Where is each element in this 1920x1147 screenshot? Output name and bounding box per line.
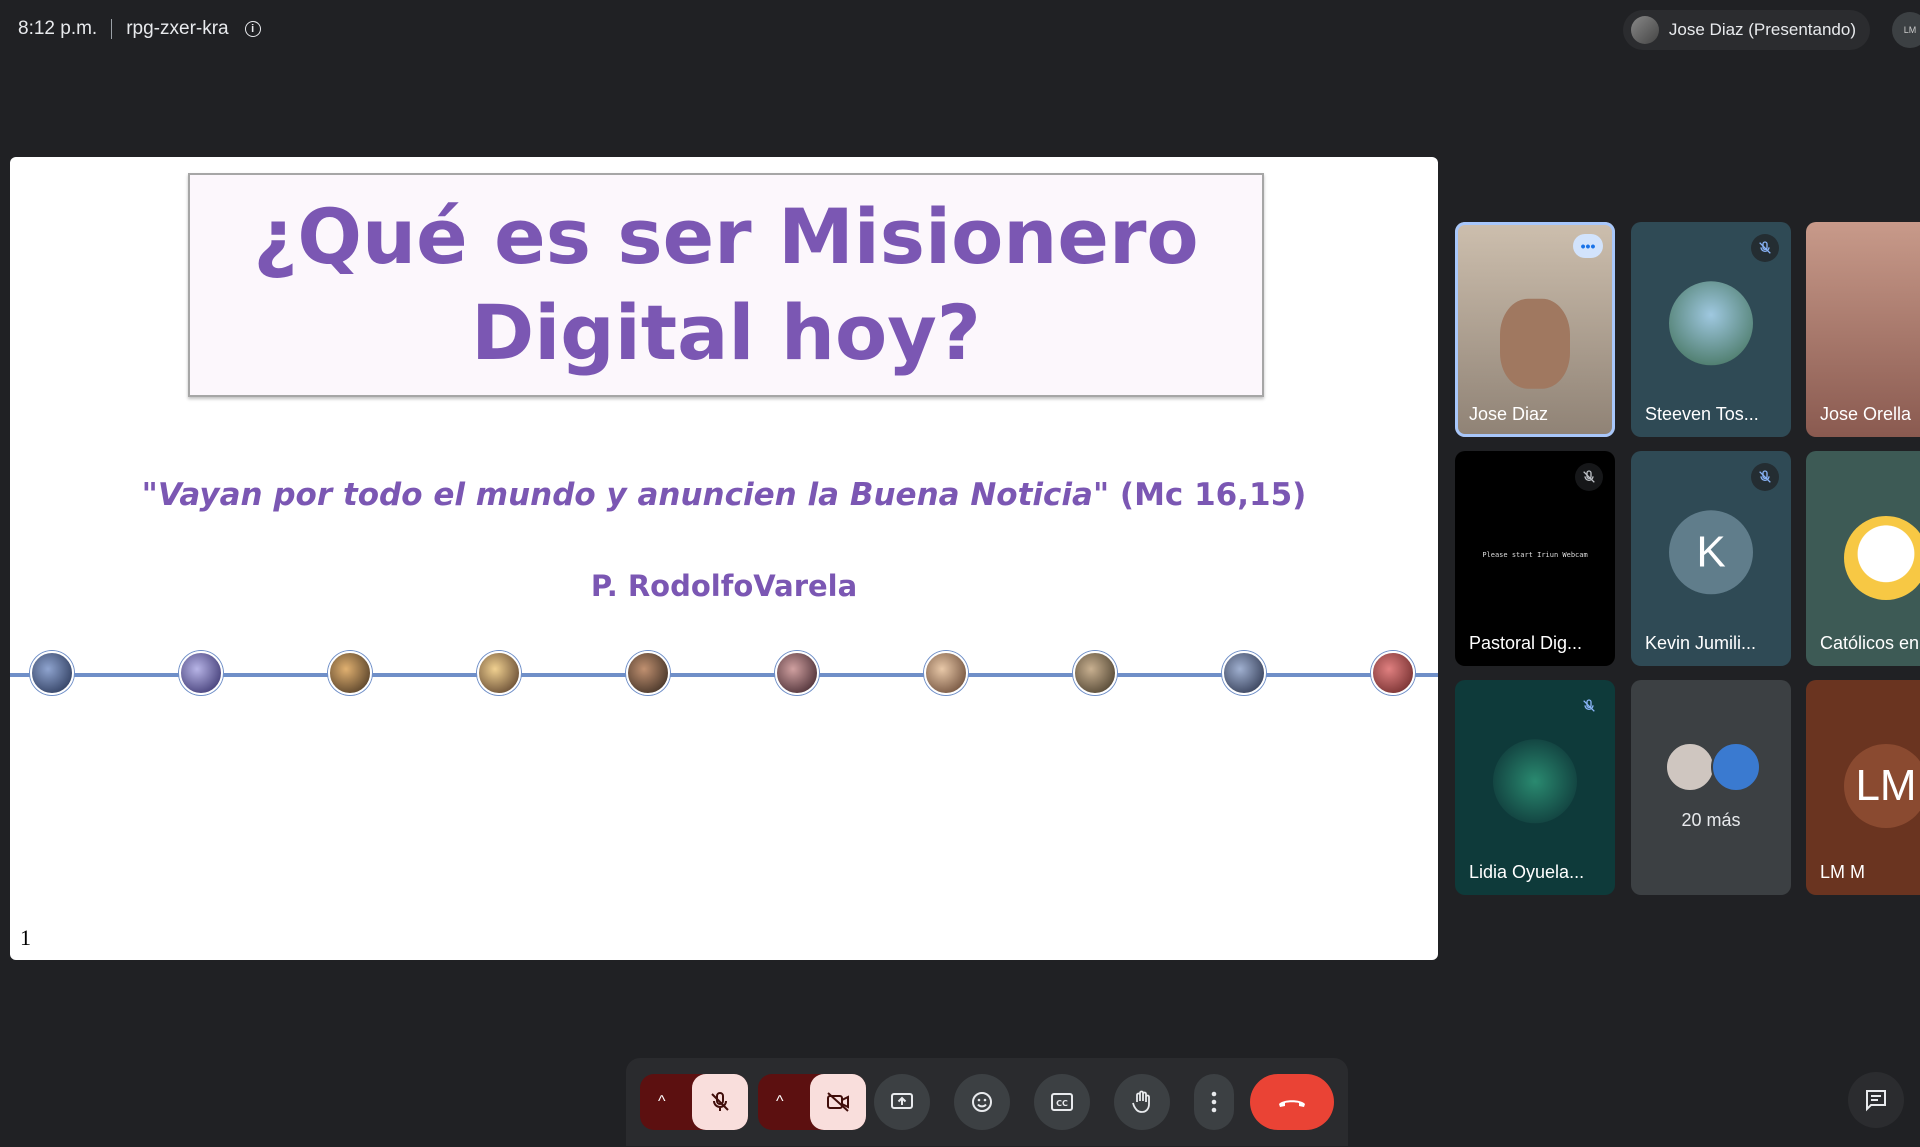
present-button[interactable] — [874, 1074, 930, 1130]
participant-name: Steeven Tos... — [1645, 404, 1759, 424]
clock-time: 8:12 p.m. — [18, 18, 98, 39]
timeline-photo — [30, 651, 74, 695]
chevron-up-icon[interactable]: ^ — [658, 1093, 666, 1111]
quote-reference: (Mc 16,15) — [1109, 477, 1307, 513]
quote-text: "Vayan por todo el mundo y anuncien la B… — [141, 477, 1110, 513]
participant-initial-avatar: LM — [1844, 744, 1920, 828]
top-bar: 8:12 p.m. rpg-zxer-kra i Jose Diaz (Pres… — [0, 0, 1920, 60]
presenter-avatar — [1630, 16, 1659, 44]
participant-name: Jose Diaz — [1469, 404, 1549, 424]
call-controls-bar: ^ ^ CC — [626, 1058, 1348, 1146]
participant-name: Kevin Jumili... — [1645, 633, 1757, 653]
camera-control[interactable]: ^ — [758, 1074, 866, 1130]
corner-initials: LM — [1903, 25, 1917, 35]
participant-avatar — [1844, 516, 1920, 600]
slide-page-number: 1 — [20, 925, 31, 950]
slide-title-line2: Digital hoy? — [471, 288, 981, 377]
participant-name: Lidia Oyuela... — [1469, 862, 1585, 882]
presentation-slide: ¿Qué es ser Misionero Digital hoy? "Vaya… — [10, 157, 1438, 960]
participants-avatar-stack[interactable]: LM — [1892, 12, 1920, 48]
participant-tile-steeven[interactable]: Steeven Tos... — [1631, 222, 1791, 437]
more-count: 20 más — [1681, 810, 1741, 830]
slide-author: P. RodolfoVarela — [590, 569, 858, 603]
present-icon — [891, 1093, 913, 1109]
more-options-icon[interactable]: ••• — [1573, 234, 1603, 258]
participant-avatar — [1493, 738, 1577, 823]
participant-initial: LM — [1855, 761, 1917, 810]
timeline-photo — [1073, 651, 1117, 695]
video-feed — [1500, 298, 1570, 389]
overflow-avatar — [1711, 742, 1761, 792]
slide-title-line1: ¿Qué es ser Misionero — [253, 192, 1199, 281]
captions-button[interactable]: CC — [1034, 1074, 1090, 1130]
meeting-info: 8:12 p.m. rpg-zxer-kra i — [18, 18, 261, 40]
participant-name: Pastoral Dig... — [1469, 633, 1583, 653]
participant-tile-jose-orella[interactable]: Jose Orella — [1806, 222, 1920, 437]
participant-name: Jose Orella — [1820, 404, 1912, 424]
emoji-icon — [972, 1092, 992, 1112]
captions-icon: CC — [1051, 1093, 1073, 1111]
video-feed-text: Please start Iriun Webcam — [1482, 551, 1588, 559]
timeline-photo — [1222, 651, 1266, 695]
mic-off-icon — [1575, 463, 1603, 491]
participant-tile-lm-m[interactable]: LM LM M — [1806, 680, 1920, 895]
mic-off-icon[interactable] — [692, 1074, 748, 1130]
participant-tile-lidia[interactable]: Lidia Oyuela... — [1455, 680, 1615, 895]
participant-initial: K — [1696, 526, 1726, 576]
timeline-photo — [328, 651, 372, 695]
info-icon[interactable]: i — [244, 21, 261, 37]
end-call-button[interactable] — [1250, 1074, 1334, 1130]
presenter-label: Jose Diaz (Presentando) — [1668, 20, 1856, 39]
end-call-icon — [1279, 1100, 1305, 1107]
emoji-button[interactable] — [954, 1074, 1010, 1130]
svg-text:CC: CC — [1056, 1099, 1068, 1108]
overflow-avatar — [1665, 742, 1715, 792]
more-options-button[interactable] — [1194, 1074, 1234, 1130]
timeline-photo — [775, 651, 819, 695]
slide-quote: "Vayan por todo el mundo y anuncien la B… — [10, 477, 1438, 513]
participant-tile-pastoral-dig[interactable]: Please start Iriun Webcam Pastoral Dig..… — [1455, 451, 1615, 666]
timeline-photo — [477, 651, 521, 695]
chat-button[interactable] — [1848, 1072, 1904, 1128]
mic-off-icon — [1751, 234, 1779, 262]
mic-off-icon — [1575, 692, 1603, 720]
divider — [111, 19, 113, 39]
participant-tile-catolicos[interactable]: Católicos en — [1806, 451, 1920, 666]
timeline-photo — [179, 651, 223, 695]
participant-tile-jose-diaz[interactable]: ••• Jose Diaz — [1455, 222, 1615, 437]
slide-title: ¿Qué es ser Misionero Digital hoy? — [253, 189, 1198, 381]
hand-icon — [1132, 1090, 1150, 1113]
participant-initial-avatar: K — [1669, 509, 1753, 594]
participant-avatar — [1669, 280, 1753, 365]
mic-control[interactable]: ^ — [640, 1074, 748, 1130]
chevron-up-icon[interactable]: ^ — [776, 1093, 784, 1111]
participant-name: Católicos en — [1820, 633, 1920, 653]
presenter-chip[interactable]: Jose Diaz (Presentando) — [1622, 10, 1870, 50]
camera-off-icon[interactable] — [810, 1074, 866, 1130]
timeline-photo — [626, 651, 670, 695]
more-vertical-icon — [1211, 1091, 1217, 1113]
meeting-code: rpg-zxer-kra — [126, 18, 229, 39]
mic-off-icon — [1751, 463, 1779, 491]
timeline-photo — [1371, 651, 1415, 695]
chat-icon — [1866, 1090, 1886, 1112]
timeline-photo — [924, 651, 968, 695]
participant-name: LM M — [1820, 862, 1865, 882]
raise-hand-button[interactable] — [1114, 1074, 1170, 1130]
slide-title-box: ¿Qué es ser Misionero Digital hoy? — [188, 173, 1264, 397]
participant-tile-kevin[interactable]: K Kevin Jumili... — [1631, 451, 1791, 666]
more-participants-tile[interactable]: 20 más — [1631, 680, 1791, 895]
